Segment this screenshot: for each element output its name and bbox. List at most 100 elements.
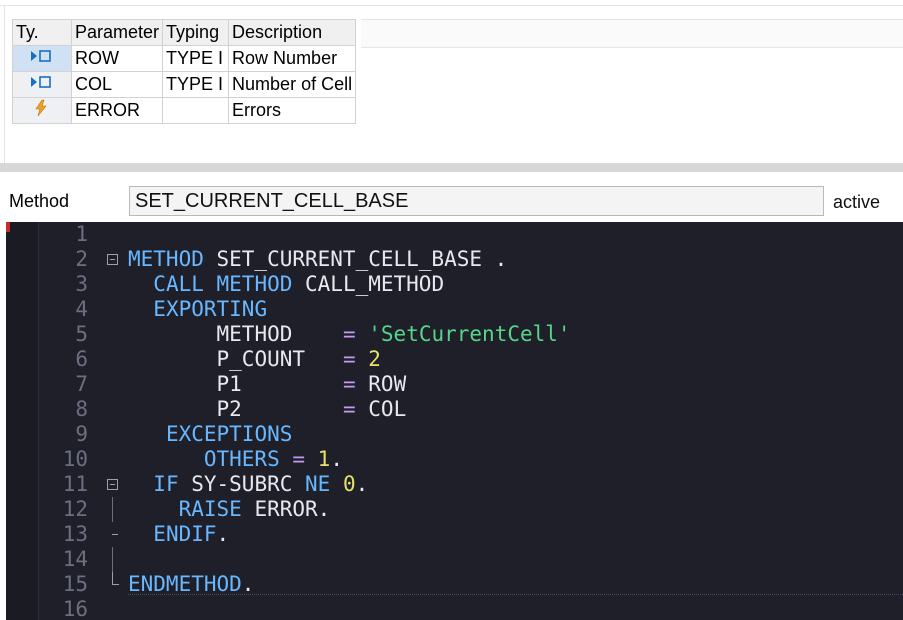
code-line[interactable]: 8 P2 = COL xyxy=(6,397,903,422)
pane-border xyxy=(0,5,903,6)
description-cell[interactable]: Row Number xyxy=(228,45,357,72)
parameter-cell[interactable]: COL xyxy=(70,71,164,98)
code-line[interactable]: 7 P1 = ROW xyxy=(6,372,903,397)
method-end-separator xyxy=(128,594,903,595)
line-number: 5 xyxy=(75,322,88,346)
method-status: active xyxy=(833,192,881,212)
identifier: METHOD xyxy=(216,322,293,346)
typing-cell[interactable]: TYPE I xyxy=(162,71,230,98)
keyword: RAISE xyxy=(178,497,242,521)
code-line[interactable]: 16 xyxy=(6,597,903,620)
terminator: . xyxy=(241,572,255,596)
terminator: . xyxy=(482,247,508,271)
keyword: METHOD xyxy=(128,247,204,271)
code-line[interactable]: 13 ENDIF. xyxy=(6,522,903,547)
keyword: ENDMETHOD xyxy=(128,572,242,596)
line-number: 2 xyxy=(75,247,88,271)
identifier: P1 xyxy=(216,372,242,396)
code-line[interactable]: 12 RAISE ERROR. xyxy=(6,497,903,522)
importing-param-icon xyxy=(31,50,51,62)
operator: = xyxy=(342,397,356,421)
fold-guide xyxy=(112,572,119,585)
terminator: . xyxy=(330,447,343,471)
code-line[interactable]: 11 IF SY-SUBRC NE 0. xyxy=(6,472,903,497)
identifier: ROW xyxy=(368,372,407,396)
header-type[interactable]: Ty. xyxy=(12,19,72,46)
table-row[interactable]: ERROR Errors xyxy=(12,97,357,124)
code-line[interactable]: 10 OTHERS = 1. xyxy=(6,447,903,472)
table-row[interactable]: COL TYPE I Number of Cell xyxy=(12,71,357,98)
string-literal: 'SetCurrentCell' xyxy=(368,322,571,346)
typing-cell[interactable] xyxy=(162,97,230,124)
terminator: . xyxy=(355,472,369,496)
operator: = xyxy=(342,347,356,371)
parameter-cell[interactable]: ROW xyxy=(70,45,164,72)
code-line[interactable]: 2 METHOD SET_CURRENT_CELL_BASE . xyxy=(6,247,903,272)
description-cell[interactable]: Number of Cell xyxy=(228,71,357,98)
description-cell[interactable]: Errors xyxy=(228,97,357,124)
terminator: . xyxy=(317,497,331,521)
line-number: 11 xyxy=(62,472,88,496)
header-parameter[interactable]: Parameter xyxy=(70,19,164,46)
line-number: 15 xyxy=(62,572,88,596)
terminator: . xyxy=(216,522,230,546)
code-line[interactable]: 9 EXCEPTIONS xyxy=(6,422,903,447)
pane-splitter[interactable] xyxy=(0,163,903,172)
header-typing[interactable]: Typing xyxy=(162,19,230,46)
identifier: P_COUNT xyxy=(216,347,306,371)
keyword: NE xyxy=(292,472,331,496)
code-editor[interactable]: 1 2 METHOD SET_CURRENT_CELL_BASE . 3 CAL… xyxy=(6,222,903,620)
table-header-row: Ty. Parameter Typing Description xyxy=(12,19,357,46)
code-line[interactable]: 3 CALL METHOD CALL_METHOD xyxy=(6,272,903,297)
operator: = xyxy=(342,372,356,396)
number-literal: 1 xyxy=(305,447,331,471)
code-line[interactable]: 5 METHOD = 'SetCurrentCell' xyxy=(6,322,903,347)
fold-guide xyxy=(112,534,118,535)
code-line[interactable]: 6 P_COUNT = 2 xyxy=(6,347,903,372)
fold-collapse-icon[interactable] xyxy=(107,254,118,265)
line-number: 8 xyxy=(75,397,88,421)
method-label: Method xyxy=(9,191,70,211)
number-literal: 2 xyxy=(368,347,381,371)
keyword: EXPORTING xyxy=(153,297,268,321)
type-cell[interactable] xyxy=(12,45,72,72)
parameter-pane: Ty. Parameter Typing Description ROW TYP… xyxy=(0,0,903,163)
identifier: CALL_METHOD xyxy=(292,272,445,296)
header-description[interactable]: Description xyxy=(228,19,357,46)
keyword: IF xyxy=(153,472,179,496)
line-number: 16 xyxy=(62,597,88,620)
code-lines: 1 2 METHOD SET_CURRENT_CELL_BASE . 3 CAL… xyxy=(6,222,903,620)
line-number: 4 xyxy=(75,297,88,321)
code-line[interactable]: 1 xyxy=(6,222,903,247)
identifier: P2 xyxy=(216,397,242,421)
identifier: ERROR xyxy=(241,497,318,521)
type-cell[interactable] xyxy=(12,97,72,124)
exception-lightning-icon xyxy=(35,99,47,117)
table-row[interactable]: ROW TYPE I Row Number xyxy=(12,45,357,72)
number-literal: 0 xyxy=(330,472,356,496)
identifier: COL xyxy=(368,397,407,421)
importing-param-icon xyxy=(31,76,51,88)
code-line[interactable]: 4 EXPORTING xyxy=(6,297,903,322)
identifier: SET_CURRENT_CELL_BASE xyxy=(203,247,483,271)
line-number: 10 xyxy=(62,447,88,471)
pane-border xyxy=(4,6,5,163)
keyword: ENDIF xyxy=(153,522,217,546)
type-cell[interactable] xyxy=(12,71,72,98)
keyword: EXCEPTIONS xyxy=(165,422,293,446)
code-line[interactable]: 14 xyxy=(6,547,903,572)
keyword: CALL METHOD xyxy=(153,272,293,296)
fold-guide xyxy=(112,547,113,572)
fold-collapse-icon[interactable] xyxy=(107,479,118,490)
line-number: 6 xyxy=(75,347,88,371)
code-line[interactable]: 15 ENDMETHOD. xyxy=(6,572,903,597)
parameter-cell[interactable]: ERROR xyxy=(70,97,164,124)
method-header: Method SET_CURRENT_CELL_BASE active xyxy=(0,172,903,222)
line-number: 9 xyxy=(75,422,88,446)
typing-cell[interactable]: TYPE I xyxy=(162,45,230,72)
table-header-filler xyxy=(361,19,903,48)
line-number: 7 xyxy=(75,372,88,396)
keyword: OTHERS xyxy=(203,447,280,471)
parameter-table: Ty. Parameter Typing Description ROW TYP… xyxy=(12,19,357,124)
method-name-field[interactable]: SET_CURRENT_CELL_BASE xyxy=(129,186,824,216)
